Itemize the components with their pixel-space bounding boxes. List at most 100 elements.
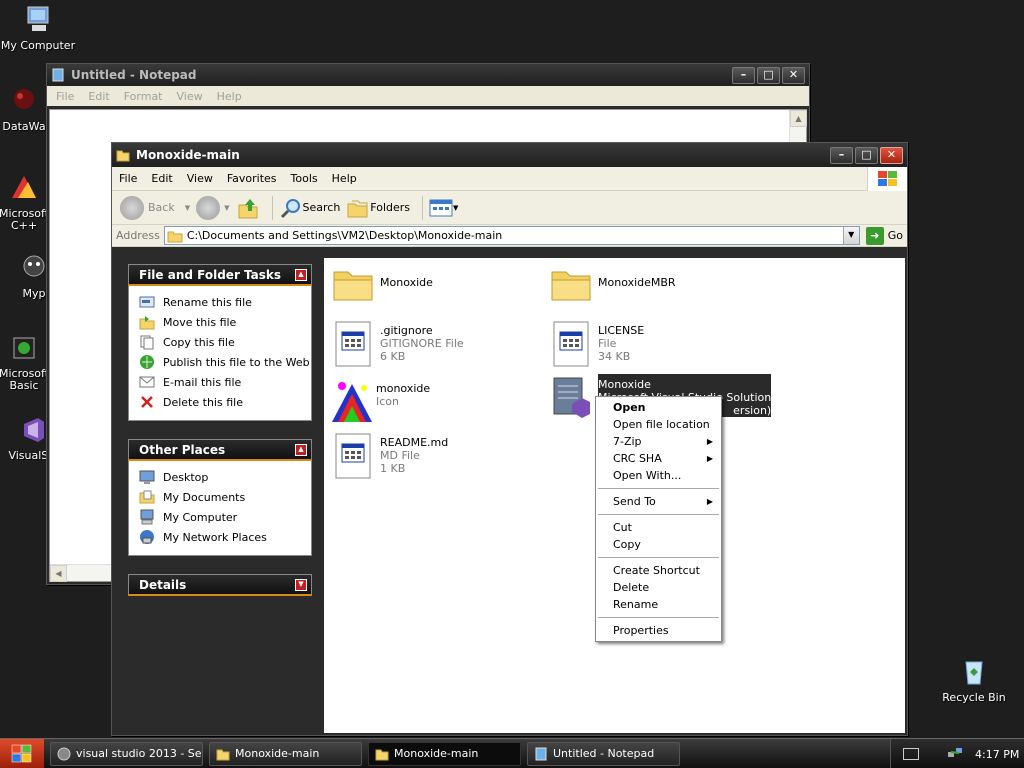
task-monoxide-main-1[interactable]: Monoxide-main (209, 741, 362, 766)
start-button[interactable] (0, 738, 44, 768)
desktop-icon-recycle-bin[interactable]: Recycle Bin (936, 656, 1012, 704)
other-places-group: Other Places ▲ Desktop My Documents My C… (128, 439, 312, 556)
explorer-window[interactable]: Monoxide-main – □ ✕ File Edit View Favor… (111, 142, 908, 736)
task-copy[interactable]: Copy this file (139, 332, 311, 352)
file-item-readme[interactable]: README.md MD File 1 KB (332, 432, 448, 480)
menu-view[interactable]: View (180, 172, 220, 185)
ctx-crc-sha[interactable]: CRC SHA ▶ (596, 450, 721, 467)
minimize-button[interactable]: – (732, 66, 755, 84)
task-move[interactable]: Move this file (139, 312, 311, 332)
ctx-cut[interactable]: Cut (596, 519, 721, 536)
details-header[interactable]: Details ▼ (128, 574, 312, 596)
other-places-header[interactable]: Other Places ▲ (128, 439, 312, 461)
file-item-monoxide-icon[interactable]: monoxide Icon (328, 378, 430, 426)
task-email[interactable]: E-mail this file (139, 372, 311, 392)
keyboard-icon[interactable] (903, 748, 919, 760)
file-type: MD File (380, 449, 420, 462)
folders-button[interactable]: Folders (346, 196, 410, 220)
file-item-folder-monoxidembr[interactable]: MonoxideMBR (550, 264, 676, 312)
place-my-documents[interactable]: My Documents (139, 487, 311, 507)
scroll-left-icon[interactable]: ◀ (50, 565, 67, 582)
task-notepad[interactable]: Untitled - Notepad (527, 741, 680, 766)
place-label: My Computer (163, 510, 238, 524)
file-item-folder-monoxide[interactable]: Monoxide (332, 264, 433, 312)
maximize-button[interactable]: □ (757, 66, 780, 84)
views-button[interactable]: ▼ (429, 198, 458, 218)
ctx-open-file-location[interactable]: Open file location (596, 416, 721, 433)
collapse-icon[interactable]: ▲ (295, 444, 307, 456)
generic-file-icon (550, 320, 594, 368)
ctx-7zip[interactable]: 7-Zip ▶ (596, 433, 721, 450)
up-folder-icon (238, 198, 257, 218)
expand-icon[interactable]: ▼ (295, 579, 307, 591)
back-button[interactable]: Back ▼ (120, 195, 190, 220)
system-tray: 4:17 PM (890, 739, 1024, 768)
network-places-icon (140, 530, 154, 544)
task-label: Delete this file (163, 395, 243, 409)
address-dropdown-icon[interactable]: ▼ (842, 227, 859, 244)
ctx-rename[interactable]: Rename (596, 596, 721, 613)
maximize-button[interactable]: □ (855, 146, 878, 164)
clock[interactable]: 4:17 PM (975, 748, 1019, 761)
network-icon[interactable] (947, 746, 963, 762)
monoxide-icon-file-icon (328, 378, 372, 426)
folder-icon (550, 264, 594, 312)
toolbar-separator (271, 195, 273, 220)
ctx-delete[interactable]: Delete (596, 579, 721, 596)
delete-icon (141, 396, 153, 408)
menu-separator (598, 514, 719, 515)
file-type: Icon (376, 395, 399, 408)
task-monoxide-main-2[interactable]: Monoxide-main (368, 741, 521, 766)
menu-format[interactable]: Format (117, 90, 170, 103)
place-my-computer[interactable]: My Computer (139, 507, 311, 527)
file-name: .gitignore (380, 324, 433, 337)
menu-favorites[interactable]: Favorites (220, 172, 284, 185)
menu-tools[interactable]: Tools (284, 172, 325, 185)
task-rename[interactable]: Rename this file (139, 292, 311, 312)
menu-file[interactable]: File (112, 172, 144, 185)
file-item-license[interactable]: LICENSE File 34 KB (550, 320, 644, 368)
menu-edit[interactable]: Edit (144, 172, 179, 185)
ctx-open[interactable]: Open (596, 399, 721, 416)
desktop-icon-my-computer[interactable]: My Computer (0, 4, 76, 52)
ctx-create-shortcut[interactable]: Create Shortcut (596, 562, 721, 579)
menu-help[interactable]: Help (210, 90, 249, 103)
go-button[interactable]: ➜ Go (865, 226, 903, 245)
menu-help[interactable]: Help (325, 172, 364, 185)
menu-file[interactable]: File (49, 90, 81, 103)
back-arrow-icon (120, 195, 144, 220)
explorer-titlebar[interactable]: Monoxide-main – □ ✕ (112, 143, 907, 167)
notepad-icon (51, 68, 65, 82)
ctx-properties[interactable]: Properties (596, 622, 721, 639)
file-item-gitignore[interactable]: .gitignore GITIGNORE File 6 KB (332, 320, 464, 368)
close-button[interactable]: ✕ (880, 146, 903, 164)
globe-icon (140, 355, 154, 369)
up-folder-button[interactable] (236, 196, 260, 220)
task-visual-studio-search[interactable]: visual studio 2013 - Se... (50, 741, 203, 766)
collapse-icon[interactable]: ▲ (295, 269, 307, 281)
search-button[interactable]: Search (279, 196, 340, 220)
file-name: Monoxide (598, 378, 651, 391)
scroll-up-icon[interactable]: ▲ (790, 110, 807, 127)
file-type: GITIGNORE File (380, 337, 464, 350)
forward-button[interactable]: ▼ (196, 195, 230, 220)
menu-view[interactable]: View (170, 90, 210, 103)
notepad-titlebar[interactable]: Untitled - Notepad – □ ✕ (47, 64, 809, 86)
file-folder-tasks-header[interactable]: File and Folder Tasks ▲ (128, 264, 312, 286)
ctx-send-to[interactable]: Send To ▶ (596, 493, 721, 510)
place-label: My Network Places (163, 530, 267, 544)
place-desktop[interactable]: Desktop (139, 467, 311, 487)
ctx-open-with[interactable]: Open With... (596, 467, 721, 484)
close-button[interactable]: ✕ (782, 66, 805, 84)
task-delete[interactable]: Delete this file (139, 392, 311, 412)
address-input[interactable]: C:\Documents and Settings\VM2\Desktop\Mo… (163, 226, 860, 245)
ctx-copy[interactable]: Copy (596, 536, 721, 553)
search-icon (280, 198, 300, 218)
place-my-network[interactable]: My Network Places (139, 527, 311, 547)
my-computer-icon (22, 4, 54, 36)
minimize-button[interactable]: – (830, 146, 853, 164)
horizontal-scrollbar[interactable]: ◀ (50, 564, 114, 582)
task-publish[interactable]: Publish this file to the Web (139, 352, 311, 372)
menu-edit[interactable]: Edit (81, 90, 116, 103)
ctx-label: Send To (613, 495, 656, 508)
